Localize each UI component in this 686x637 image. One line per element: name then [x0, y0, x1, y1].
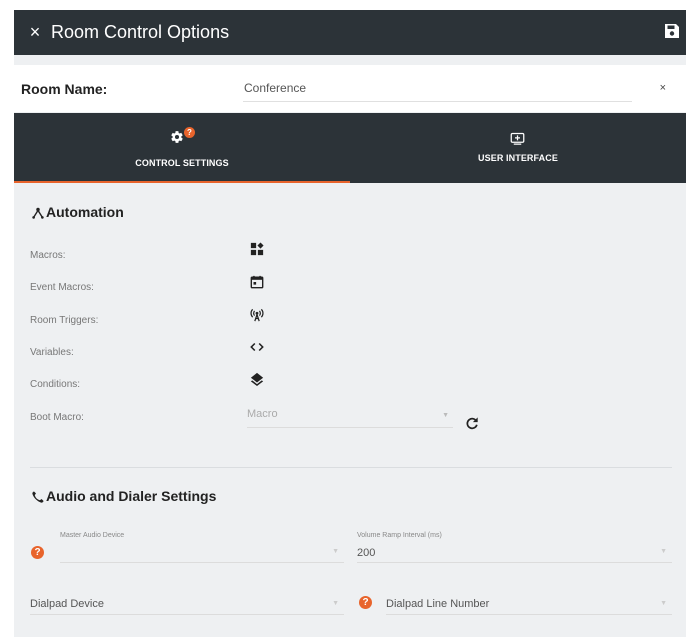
master-audio-device-select[interactable]: ▼ — [60, 543, 344, 563]
audio-title: Audio and Dialer Settings — [46, 488, 217, 504]
room-control-options-dialog: × Room Control Options Room Name: Confer… — [14, 10, 686, 637]
room-name-input[interactable]: Conference — [243, 77, 632, 102]
settings-tabs: ? CONTROL SETTINGS USER INTERFACE — [14, 113, 686, 183]
room-name-row: Room Name: Conference × — [14, 65, 686, 112]
chevron-down-icon: ▼ — [332, 548, 339, 555]
dialpad-line-help-icon[interactable]: ? — [359, 596, 372, 609]
variables-label: Variables: — [30, 347, 74, 358]
boot-macro-placeholder: Macro — [247, 408, 278, 420]
tab-user-interface[interactable]: USER INTERFACE — [350, 113, 686, 183]
room-triggers-label: Room Triggers: — [30, 315, 99, 326]
layers-icon[interactable] — [250, 372, 264, 386]
active-tab-indicator — [14, 181, 350, 183]
clear-room-name-button[interactable]: × — [660, 82, 666, 94]
section-divider — [30, 467, 672, 468]
help-badge: ? — [184, 127, 195, 138]
dialpad-device-select[interactable]: Dialpad Device ▼ — [30, 595, 344, 615]
conditions-label: Conditions: — [30, 379, 81, 390]
automation-title: Automation — [46, 204, 124, 220]
audio-heading: Audio and Dialer Settings — [31, 488, 216, 504]
boot-macro-label: Boot Macro: — [30, 412, 84, 423]
volume-ramp-interval-label: Volume Ramp Interval (ms) — [357, 532, 442, 539]
chevron-down-icon: ▼ — [332, 600, 339, 607]
macros-label: Macros: — [30, 250, 66, 261]
volume-ramp-interval-value: 200 — [357, 547, 376, 559]
widgets-icon[interactable] — [250, 242, 264, 256]
automation-heading: Automation — [31, 204, 124, 220]
antenna-icon[interactable] — [250, 308, 264, 322]
event-macros-label: Event Macros: — [30, 282, 94, 293]
screen-share-icon — [510, 132, 525, 145]
chevron-down-icon: ▼ — [660, 600, 667, 607]
boot-macro-select[interactable]: Macro ▼ — [247, 408, 453, 428]
chevron-down-icon: ▼ — [660, 548, 667, 555]
room-name-label: Room Name: — [21, 81, 108, 97]
dialpad-device-placeholder: Dialpad Device — [30, 598, 104, 610]
save-icon[interactable] — [664, 23, 680, 39]
code-icon[interactable] — [250, 340, 264, 354]
refresh-icon[interactable] — [465, 416, 479, 430]
close-button[interactable]: × — [25, 21, 45, 43]
master-audio-help-icon[interactable]: ? — [31, 546, 44, 559]
tab-control-settings-label: CONTROL SETTINGS — [135, 158, 229, 168]
dialpad-line-number-placeholder: Dialpad Line Number — [386, 598, 490, 610]
dialpad-line-number-select[interactable]: Dialpad Line Number ▼ — [386, 595, 672, 615]
chevron-down-icon: ▼ — [442, 412, 449, 419]
calendar-icon[interactable] — [250, 275, 264, 289]
title-bar: × Room Control Options — [14, 10, 686, 55]
tab-control-settings[interactable]: ? CONTROL SETTINGS — [14, 113, 350, 183]
phone-icon — [32, 491, 44, 503]
volume-ramp-interval-select[interactable]: 200 ▼ — [357, 543, 672, 563]
tab-user-interface-label: USER INTERFACE — [478, 153, 558, 163]
hub-icon — [32, 208, 44, 219]
gear-icon — [171, 131, 183, 143]
master-audio-device-label: Master Audio Device — [60, 532, 125, 539]
dialog-title: Room Control Options — [51, 22, 230, 42]
